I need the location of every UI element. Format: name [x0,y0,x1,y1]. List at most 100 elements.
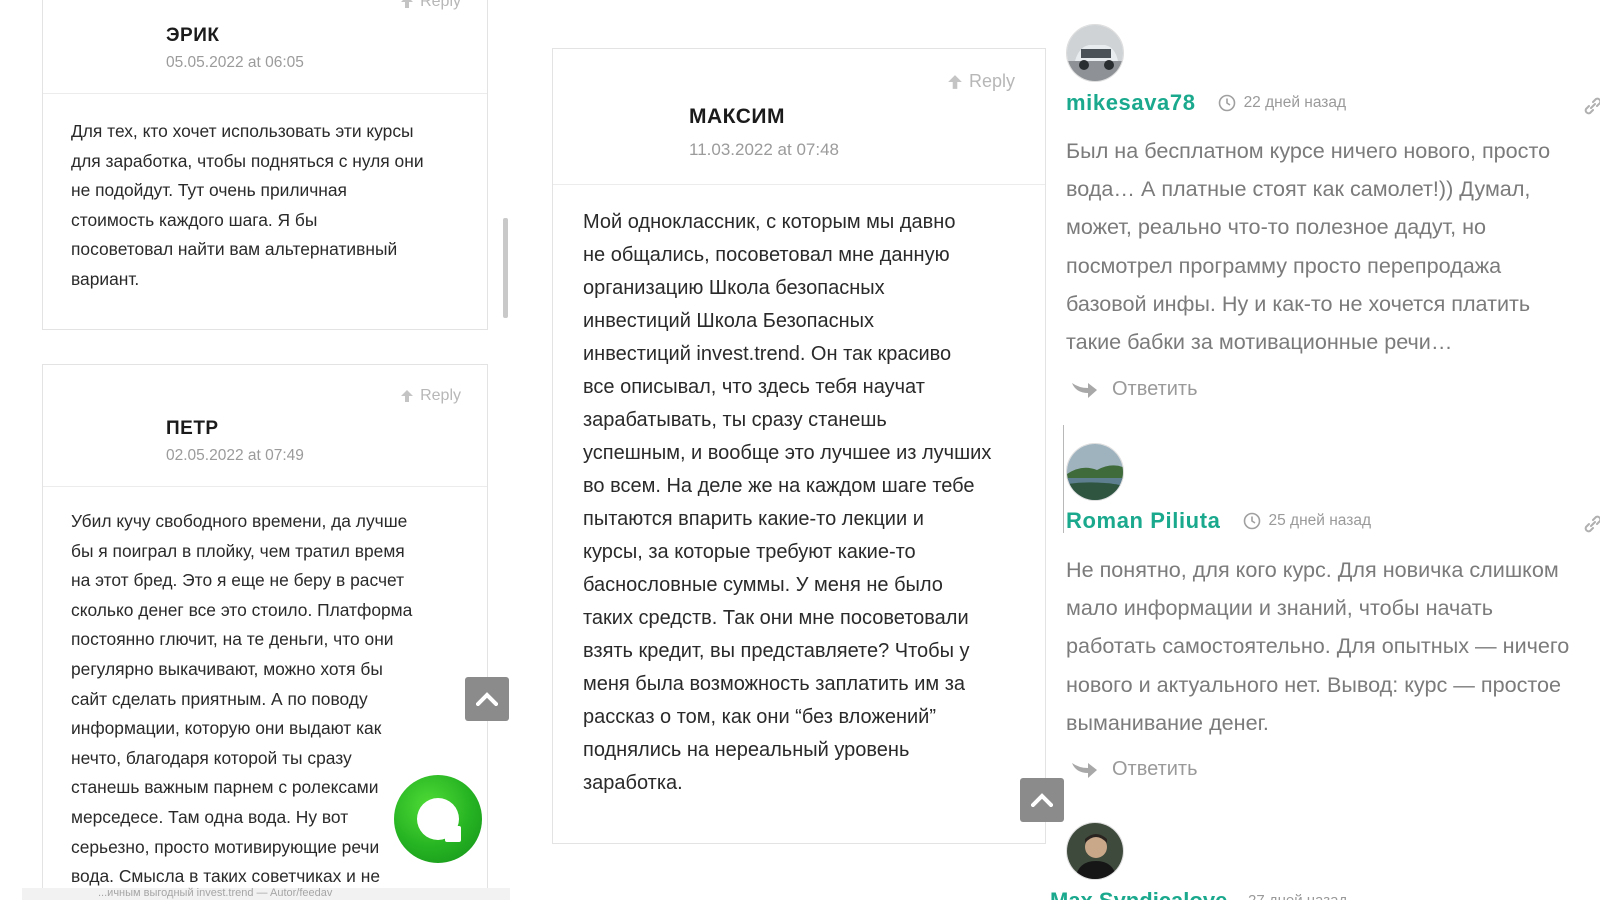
text-line: постоянно глючит, на те деньги, что они [71,629,394,650]
text-line: посмотрел программу просто перепродажа [1066,252,1502,278]
chat-bubble-icon [417,798,461,842]
text-line: для заработка, чтобы подняться с нуля он… [71,150,424,171]
text-line: меня была возможность заплатить им за [583,673,966,695]
reply-link[interactable]: Reply [400,0,461,11]
text-line: рассказ о том, как они “без вложений” [583,706,936,728]
text-line: бы я поиграл в плойку, чем тратил время [71,540,405,561]
reply-button[interactable]: Ответить [1070,378,1198,401]
person-photo-icon [1067,823,1123,879]
reply-label: Reply [420,0,461,10]
review-header: Reply ЭРИК 05.05.2022 at 06:05 [43,0,487,94]
review-card-erik: Reply ЭРИК 05.05.2022 at 06:05 Для тех, … [42,0,488,330]
text-line: взять кредит, вы представляете? Чтобы у [583,640,970,662]
text-line: пытаются впарить какие-то лекции и [583,508,924,530]
time-label: 25 дней назад [1268,512,1372,529]
text-line: выманивание денег. [1066,709,1269,735]
comment-meta: Roman Piliuta 25 дней назад [1066,508,1371,534]
avatar[interactable] [1066,822,1124,880]
text-line: на этот бред. Это я еще не беру в расчет [71,570,405,591]
review-card-maksim: Reply МАКСИМ 11.03.2022 at 07:48 Мой одн… [552,48,1046,844]
text-line: посоветовал найти вам альтернативный [71,239,398,260]
text-line: поднялись на нереальный уровень [583,739,910,761]
comment-author[interactable]: Roman Piliuta [1066,508,1221,534]
text-line: сколько денег все это стоило. Платформа [71,599,413,620]
text-line: не общались, посоветовал мне данную [583,244,950,266]
text-line: нового и актуального нет. Вывод: курс — … [1066,671,1562,697]
avatar[interactable] [1066,443,1124,501]
reply-link[interactable]: Reply [947,71,1015,92]
review-author: МАКСИМ [689,105,785,128]
car-photo-icon [1067,25,1123,81]
review-date: 11.03.2022 at 07:48 [689,140,839,159]
avatar[interactable] [1066,24,1124,82]
comment-text: Был на бесплатном курсе ничего нового, п… [1066,132,1600,361]
text-line: таких средств. Так они мне посоветовали [583,607,969,629]
text-line: все описывал, что здесь тебя научат [583,376,925,398]
time-label: 22 дней назад [1243,94,1347,111]
arrow-up-icon [401,0,414,8]
text-line: инвестиций Школа Безопасных [583,310,875,332]
review-author: ПЕТР [166,418,219,439]
left-reviews-panel: Reply ЭРИК 05.05.2022 at 06:05 Для тех, … [0,0,510,900]
text-line: такие бабки за мотивационные речи… [1066,329,1453,355]
text-line: информации, которую они выдают как [71,718,382,739]
clock-icon [1243,512,1260,530]
text-line: регулярно выкачивают, можно хотя бы [71,658,383,679]
text-line: Не понятно, для кого курс. Для новичка с… [1066,557,1559,582]
review-header: Reply ПЕТР 02.05.2022 at 07:49 [43,365,487,487]
review-date: 05.05.2022 at 06:05 [166,54,304,71]
text-line: зарабатывать, ты сразу станешь [583,409,887,431]
review-text: Мой одноклассник, с которым мы давно не … [583,206,1023,800]
text-line: сайт сделать приятным. А по поводу [71,688,368,709]
chevron-up-icon [476,692,498,706]
text-line: может, реально что-то полезное дадут, но [1066,214,1487,240]
text-line: нечто, благодаря которой ты сразу [71,747,352,768]
reply-arrow-icon [1072,762,1097,778]
comment-time: 22 дней назад [1218,94,1347,112]
arrow-up-icon [401,390,414,402]
footer-cut-text: ...ичным выгодный invest.trend — Autor/f… [98,887,333,899]
reply-label: Reply [420,387,461,404]
link-icon[interactable] [1582,95,1600,117]
text-line: инвестиций invest.trend. Он так красиво [583,343,952,365]
review-date: 02.05.2022 at 07:49 [166,447,304,464]
text-line: во всем. На деле же на каждом шаге тебе [583,475,975,497]
reply-arrow-icon [1072,382,1097,398]
text-line: Был на бесплатном курсе ничего нового, п… [1066,138,1551,163]
text-line: Убил кучу свободного времени, да лучше [71,511,408,531]
text-line: стоимость каждого шага. Я бы [71,209,318,230]
text-line: не подойдут. Тут очень приличная [71,180,347,201]
arrow-up-icon [948,74,962,89]
scroll-to-top-button[interactable] [465,677,509,721]
review-header: Reply МАКСИМ 11.03.2022 at 07:48 [553,49,1045,185]
reply-label: Reply [968,71,1015,91]
text-line: курсы, за которые требуют какие-то [583,541,916,563]
landscape-photo-icon [1067,444,1123,500]
text-line: Для тех, кто хочет использовать эти курс… [71,121,414,141]
text-line: заработка. [583,772,683,794]
chat-widget-button[interactable] [394,775,482,863]
text-line: баснословные суммы. У меня не было [583,574,943,596]
text-line: успешным, и вообще это лучшее из лучших [583,442,992,464]
text-line: организацию Школа безопасных [583,277,885,299]
comment-author[interactable]: mikesava78 [1066,90,1196,116]
review-author: ЭРИК [166,25,220,46]
reply-button[interactable]: Ответить [1070,758,1198,781]
reply-label: Ответить [1112,378,1198,400]
text-line: Мой одноклассник, с которым мы давно [583,211,956,233]
review-text: Для тех, кто хочет использовать эти курс… [71,117,467,295]
page-footer-strip: ...ичным выгодный invest.trend — Autor/f… [22,887,510,900]
reply-link[interactable]: Reply [400,387,461,405]
text-line: работать самостоятельно. Для опытных — н… [1066,633,1570,659]
text-line: базовой инфы. Ну и как-то не хочется пла… [1066,290,1531,316]
text-line: мало информации и знаний, чтобы начать [1066,595,1493,621]
link-icon[interactable] [1582,513,1600,535]
comment-author[interactable]: Max Syndicalove [1050,888,1227,900]
clock-icon [1218,94,1235,112]
comment-time: 27 дней назад [1248,892,1347,900]
reply-label: Ответить [1112,758,1198,780]
scrollbar-thumb[interactable] [503,218,508,318]
comment-meta: mikesava78 22 дней назад [1066,90,1346,116]
comment-text: Не понятно, для кого курс. Для новичка с… [1066,551,1600,742]
text-line: вариант. [71,268,140,289]
